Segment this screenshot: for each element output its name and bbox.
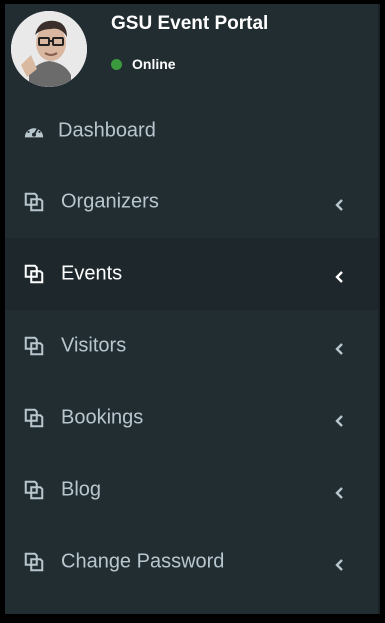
dashboard-icon bbox=[23, 120, 45, 142]
sidebar-item-blog[interactable]: Blog bbox=[5, 454, 378, 526]
chevron-left-icon bbox=[333, 339, 345, 355]
sidebar-item-bookings[interactable]: Bookings bbox=[5, 382, 378, 454]
copy-icon bbox=[23, 479, 45, 501]
sidebar-item-label: Organizers bbox=[61, 190, 159, 213]
sidebar-item-organizers[interactable]: Organizers bbox=[5, 166, 378, 238]
user-avatar bbox=[11, 11, 87, 87]
online-status-dot-icon bbox=[111, 58, 122, 70]
copy-icon bbox=[23, 263, 45, 285]
sidebar-item-label: Events bbox=[61, 262, 123, 285]
chevron-left-icon bbox=[333, 267, 345, 283]
sidebar-item-events[interactable]: Events bbox=[5, 238, 378, 310]
sidebar-item-visitors[interactable]: Visitors bbox=[5, 310, 378, 382]
copy-icon bbox=[23, 335, 45, 357]
sidebar: GSU Event Portal Online Dashboard Organi… bbox=[5, 4, 380, 614]
user-status-text: Online bbox=[132, 56, 176, 72]
sidebar-item-change-password[interactable]: Change Password bbox=[5, 526, 378, 598]
user-panel: GSU Event Portal Online bbox=[5, 4, 378, 96]
user-status: Online bbox=[111, 56, 176, 72]
sidebar-item-label: Change Password bbox=[61, 550, 225, 573]
copy-icon bbox=[23, 551, 45, 573]
sidebar-item-label: Bookings bbox=[61, 406, 144, 429]
sidebar-item-label: Blog bbox=[61, 478, 102, 501]
chevron-left-icon bbox=[333, 483, 345, 499]
chevron-left-icon bbox=[333, 411, 345, 427]
user-name: GSU Event Portal bbox=[111, 13, 269, 34]
sidebar-menu: Dashboard Organizers Events Visitors Boo… bbox=[5, 96, 378, 598]
sidebar-item-dashboard[interactable]: Dashboard bbox=[5, 96, 378, 166]
sidebar-item-label: Visitors bbox=[61, 334, 127, 357]
chevron-left-icon bbox=[333, 555, 345, 571]
copy-icon bbox=[23, 407, 45, 429]
sidebar-item-label: Dashboard bbox=[58, 119, 156, 142]
chevron-left-icon bbox=[333, 195, 345, 211]
copy-icon bbox=[23, 191, 45, 213]
